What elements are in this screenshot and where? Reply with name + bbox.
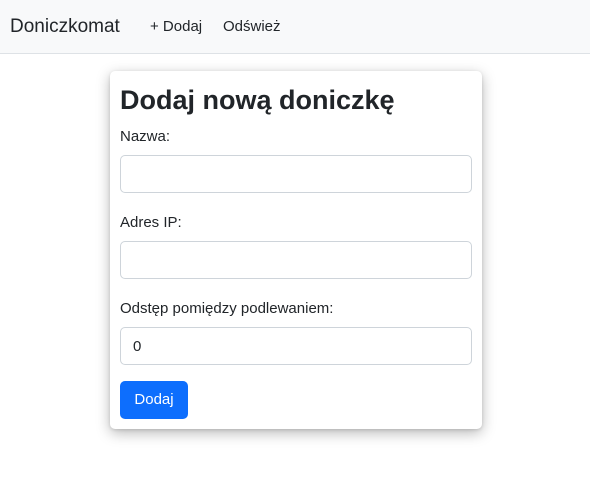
submit-add-button[interactable]: Dodaj [120,381,188,419]
ip-address-input[interactable] [120,241,472,279]
add-pot-form-card: Dodaj nową doniczkę Nazwa: Adres IP: Ods… [110,71,482,429]
nav-refresh-link[interactable]: Odśwież [223,17,281,37]
name-input[interactable] [120,155,472,193]
ip-address-label: Adres IP: [120,214,182,231]
watering-interval-input[interactable] [120,327,472,365]
brand-link[interactable]: Doniczkomat [10,14,120,40]
nav-add-link[interactable]: + Dodaj [150,17,202,37]
watering-interval-label: Odstęp pomiędzy podlewaniem: [120,300,334,317]
form-title: Dodaj nową doniczkę [120,85,395,115]
navbar: Doniczkomat + Dodaj Odśwież [0,0,590,54]
name-label: Nazwa: [120,128,171,145]
